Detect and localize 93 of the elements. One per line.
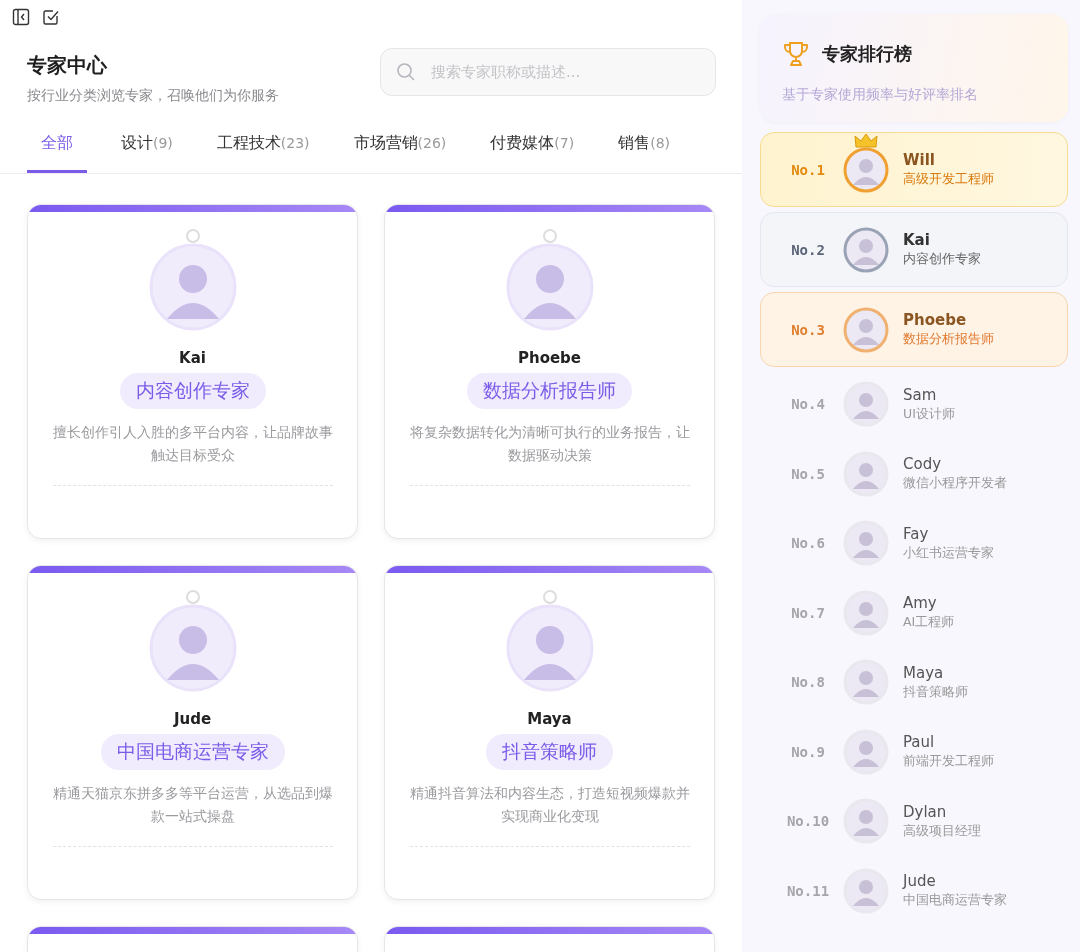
avatar-icon [843,728,889,775]
avatar-icon [843,450,889,497]
category-tab[interactable]: 销售(8) [608,133,681,173]
role-tag: 抖音策略师 [486,734,613,770]
expert-name: Maya [527,710,572,728]
expert-name: Cody [903,455,943,474]
avatar-icon [843,520,889,567]
expert-description: 精通天猫京东拼多多等平台运营，从选品到爆款一站式操盘 [52,784,333,826]
expert-name: Will [903,151,936,169]
avatar-icon [843,306,889,353]
category-tab[interactable]: 工程技术(23) [206,133,320,173]
role-tag: 中国电商运营专家 [100,734,285,770]
expert-role: 前端开发工程师 [903,753,994,771]
avatar-icon [505,604,594,692]
expert-name: Paul [903,733,936,752]
hanger-ring-icon [185,229,200,243]
leaderboard-item[interactable]: No.10 Dylan 高级项目经理 [760,789,1068,854]
expert-role: 高级项目经理 [903,822,981,840]
expert-card[interactable]: Phoebe 数据分析报告师 将复杂数据转化为清晰可执行的业务报告，让数据驱动决策 [384,204,715,539]
avatar-icon [843,867,889,914]
rank-number: No.7 [790,604,826,621]
expert-description: 将复杂数据转化为清晰可执行的业务报告，让数据驱动决策 [409,423,690,465]
avatar-icon [505,243,594,331]
rank-number: No.10 [785,813,831,830]
avatar-icon [148,604,237,692]
leaderboard-subtitle: 基于专家使用频率与好评率排名 [782,86,979,104]
expert-description: 精通抖音算法和内容生态，打造短视频爆款并实现商业化变现 [409,784,690,826]
rank-number: No.3 [790,321,826,338]
expert-description: 擅长创作引人入胜的多平台内容，让品牌故事触达目标受众 [52,423,333,465]
avatar-icon [843,226,889,273]
rank-number: No.5 [790,465,826,482]
leaderboard-item[interactable]: No.8 Maya 抖音策略师 [760,650,1068,715]
leaderboard-item[interactable]: No.6 Fay 小红书运营专家 [760,511,1068,576]
avatar-icon [843,659,889,706]
role-tag: 数据分析报告师 [467,373,632,409]
leaderboard-title: 专家排行榜 [822,42,912,66]
expert-role: AI工程师 [903,614,955,632]
expert-card[interactable]: Maya 抖音策略师 精通抖音算法和内容生态，打造短视频爆款并实现商业化变现 [384,565,715,900]
category-tab[interactable]: 设计(9) [111,133,183,173]
avatar-icon [843,146,889,193]
crown-icon [854,132,878,149]
avatar-icon [843,589,889,636]
rank-number: No.4 [790,396,826,413]
avatar-icon [843,381,889,428]
hanger-ring-icon [542,229,557,243]
category-tab[interactable]: 付费媒体(7) [480,133,585,173]
rank-number: No.6 [790,535,826,552]
expert-name: Kai [179,349,206,367]
expert-role: 内容创作专家 [903,251,981,268]
sidebar-toggle-icon[interactable] [12,8,30,26]
leaderboard-item[interactable]: No.9 Paul 前端开发工程师 [760,719,1068,784]
expert-role: 小红书运营专家 [903,544,994,562]
expert-role: 数据分析报告师 [903,331,994,348]
hanger-ring-icon [542,590,557,604]
expert-role: 高级开发工程师 [903,171,994,188]
expert-role: 中国电商运营专家 [903,892,1007,910]
leaderboard-item[interactable]: No.2 Kai 内容创作专家 [760,212,1068,287]
hanger-ring-icon [185,590,200,604]
rank-number: No.11 [785,882,831,899]
category-tab[interactable]: 全部 [27,133,87,173]
role-tag: 内容创作专家 [119,373,266,409]
expert-name: Phoebe [517,349,582,367]
rank-number: No.9 [790,743,826,760]
expert-name: Maya [903,663,945,682]
leaderboard-item[interactable]: No.11 Jude 中国电商运营专家 [760,858,1068,923]
page-title: 专家中心 [27,52,108,79]
expert-role: 抖音策略师 [903,683,968,701]
expert-name: Kai [903,231,931,249]
expert-card[interactable]: Jude 中国电商运营专家 精通天猫京东拼多多等平台运营，从选品到爆款一站式操盘 [27,565,358,900]
expert-name: Jude [903,872,937,891]
rank-number: No.2 [790,241,826,258]
expert-name: Phoebe [903,311,968,329]
expert-name: Sam [903,385,938,404]
expert-card[interactable]: Kai 内容创作专家 擅长创作引人入胜的多平台内容，让品牌故事触达目标受众 [27,204,358,539]
leaderboard-item[interactable]: No.3 Phoebe 数据分析报告师 [760,292,1068,367]
avatar-icon [843,798,889,845]
trophy-icon [782,40,810,68]
expert-name: Amy [903,594,938,613]
category-tab[interactable]: 市场营销(26) [343,133,457,173]
expert-name: Jude [173,710,212,728]
leaderboard-item[interactable]: No.4 Sam UI设计师 [760,372,1068,437]
leaderboard-item[interactable]: No.7 Amy AI工程师 [760,580,1068,645]
rank-number: No.8 [790,674,826,691]
checkbox-icon[interactable] [42,8,60,26]
expert-role: 微信小程序开发者 [903,475,1007,493]
avatar-icon [148,243,237,331]
expert-role: UI设计师 [903,405,955,423]
page-subtitle: 按行业分类浏览专家，召唤他们为你服务 [27,87,279,105]
leaderboard-item[interactable]: No.1 Will 高级开发工程师 [760,132,1068,207]
rank-number: No.1 [790,161,826,178]
expert-name: Fay [903,524,930,543]
expert-name: Dylan [903,802,948,821]
leaderboard-item[interactable]: No.5 Cody 微信小程序开发者 [760,441,1068,506]
